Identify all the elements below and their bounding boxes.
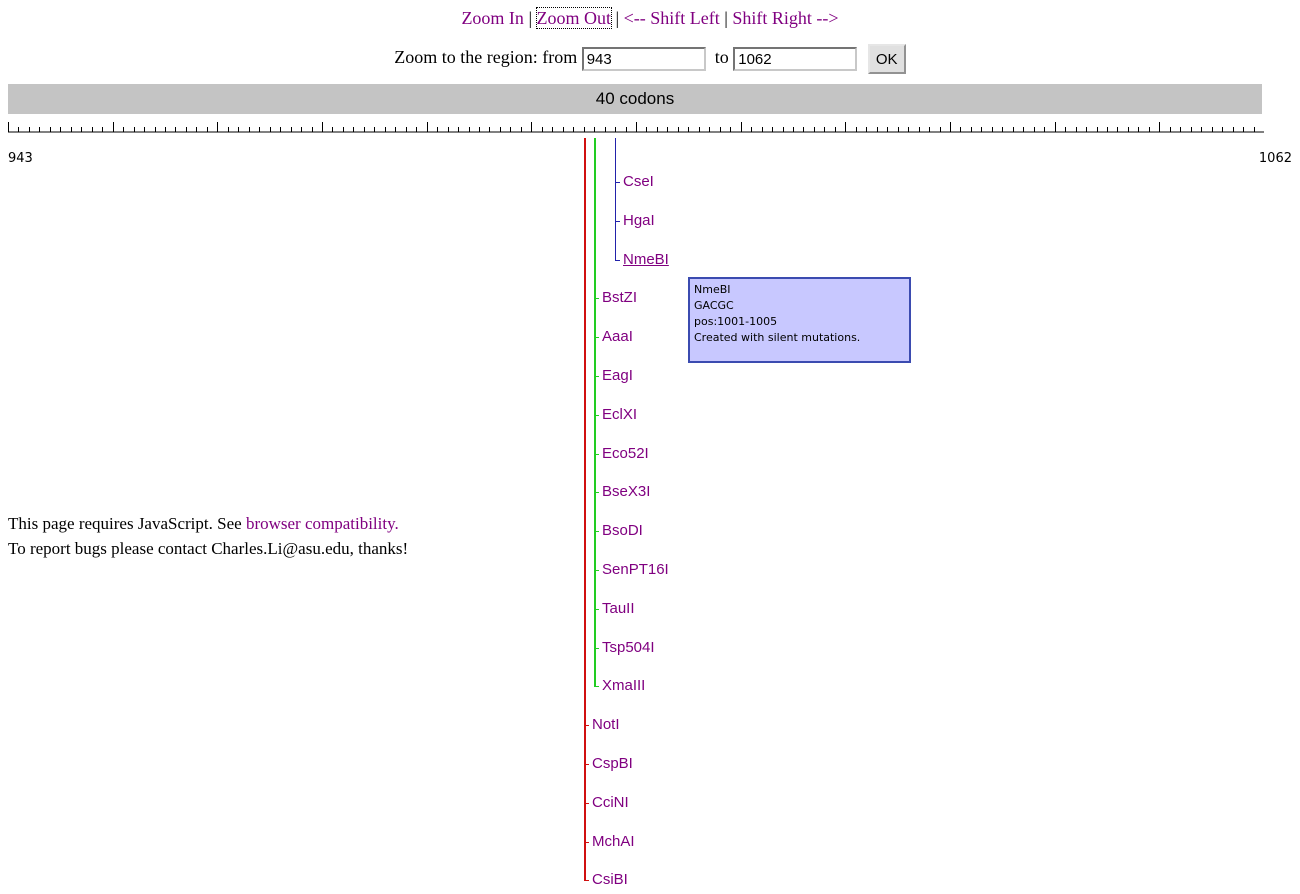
enzyme-tick — [594, 376, 599, 377]
enzyme-label[interactable]: SenPT16I — [602, 561, 669, 578]
enzyme-tick — [615, 182, 620, 183]
tooltip-position: pos:1001-1005 — [694, 315, 778, 328]
enzyme-label[interactable]: AaaI — [602, 328, 633, 345]
enzyme-label[interactable]: TauII — [602, 600, 635, 617]
browser-compatibility-link[interactable]: browser compatibility. — [246, 514, 399, 533]
bug-report-text: To report bugs please contact Charles.Li… — [8, 539, 409, 558]
enzyme-label[interactable]: CsiBI — [592, 871, 628, 888]
enzyme-tick — [615, 260, 620, 261]
enzyme-tick — [584, 803, 589, 804]
enzyme-tick — [594, 337, 599, 338]
red-site-line — [584, 138, 586, 881]
enzyme-label[interactable]: CciNI — [592, 794, 629, 811]
enzyme-label[interactable]: Tsp504I — [602, 639, 655, 656]
zoom-region-label: Zoom to the region: from — [394, 47, 578, 68]
enzyme-tick — [584, 725, 589, 726]
enzyme-tick — [594, 570, 599, 571]
nav-separator: | — [719, 8, 733, 28]
to-input[interactable] — [733, 47, 858, 71]
to-label: to — [714, 47, 729, 68]
enzyme-tick — [615, 221, 620, 222]
sequence-ruler — [8, 122, 1264, 133]
enzyme-tick — [594, 454, 599, 455]
enzyme-label[interactable]: EagI — [602, 367, 633, 384]
shift-left-link[interactable]: <-- Shift Left — [624, 8, 720, 28]
codon-count-bar: 40 codons — [8, 84, 1262, 114]
enzyme-label[interactable]: NotI — [592, 716, 620, 733]
ruler-end-label: 1062 — [1258, 151, 1292, 166]
blue-site-line — [615, 138, 616, 261]
zoom-out-link[interactable]: Zoom Out — [535, 7, 613, 29]
enzyme-tick — [594, 609, 599, 610]
enzyme-label[interactable]: CspBI — [592, 755, 633, 772]
shift-right-link[interactable]: Shift Right --> — [732, 8, 838, 28]
enzyme-tick — [594, 415, 599, 416]
enzyme-tick — [594, 298, 599, 299]
enzyme-tick — [584, 842, 589, 843]
enzyme-label[interactable]: BsoDI — [602, 522, 643, 539]
enzyme-tick — [594, 531, 599, 532]
enzyme-tick — [594, 686, 599, 687]
enzyme-tick — [584, 764, 589, 765]
enzyme-tick — [594, 648, 599, 649]
zoom-region-form: Zoom to the region: from to OK — [0, 44, 1300, 74]
from-input[interactable] — [581, 47, 706, 71]
enzyme-tick — [594, 492, 599, 493]
zoom-in-link[interactable]: Zoom In — [461, 8, 524, 28]
enzyme-label[interactable]: CseI — [623, 173, 654, 190]
ruler-start-label: 943 — [8, 151, 33, 166]
javascript-requirement-text: This page requires JavaScript. See — [8, 514, 246, 533]
enzyme-label[interactable]: EclXI — [602, 406, 637, 423]
enzyme-label[interactable]: BstZI — [602, 289, 637, 306]
nav-separator: | — [523, 8, 537, 28]
footer-notice: This page requires JavaScript. See brows… — [8, 511, 408, 561]
enzyme-tooltip: NmeBI GACGC pos:1001-1005 Created with s… — [688, 277, 911, 363]
enzyme-tick — [584, 880, 589, 881]
green-site-line — [594, 138, 596, 687]
nav-separator: | — [611, 8, 624, 28]
enzyme-label[interactable]: MchAI — [592, 833, 635, 850]
enzyme-label[interactable]: XmaIII — [602, 677, 645, 694]
tooltip-name: NmeBI — [694, 283, 731, 296]
enzyme-label[interactable]: NmeBI — [623, 251, 669, 268]
enzyme-label[interactable]: BseX3I — [602, 483, 650, 500]
tooltip-sequence: GACGC — [694, 299, 734, 312]
enzyme-label[interactable]: Eco52I — [602, 445, 649, 462]
ok-button[interactable]: OK — [867, 44, 906, 74]
tooltip-note: Created with silent mutations. — [694, 331, 861, 344]
zoom-nav: Zoom In | Zoom Out | <-- Shift Left | Sh… — [0, 7, 1300, 29]
enzyme-label[interactable]: HgaI — [623, 212, 655, 229]
